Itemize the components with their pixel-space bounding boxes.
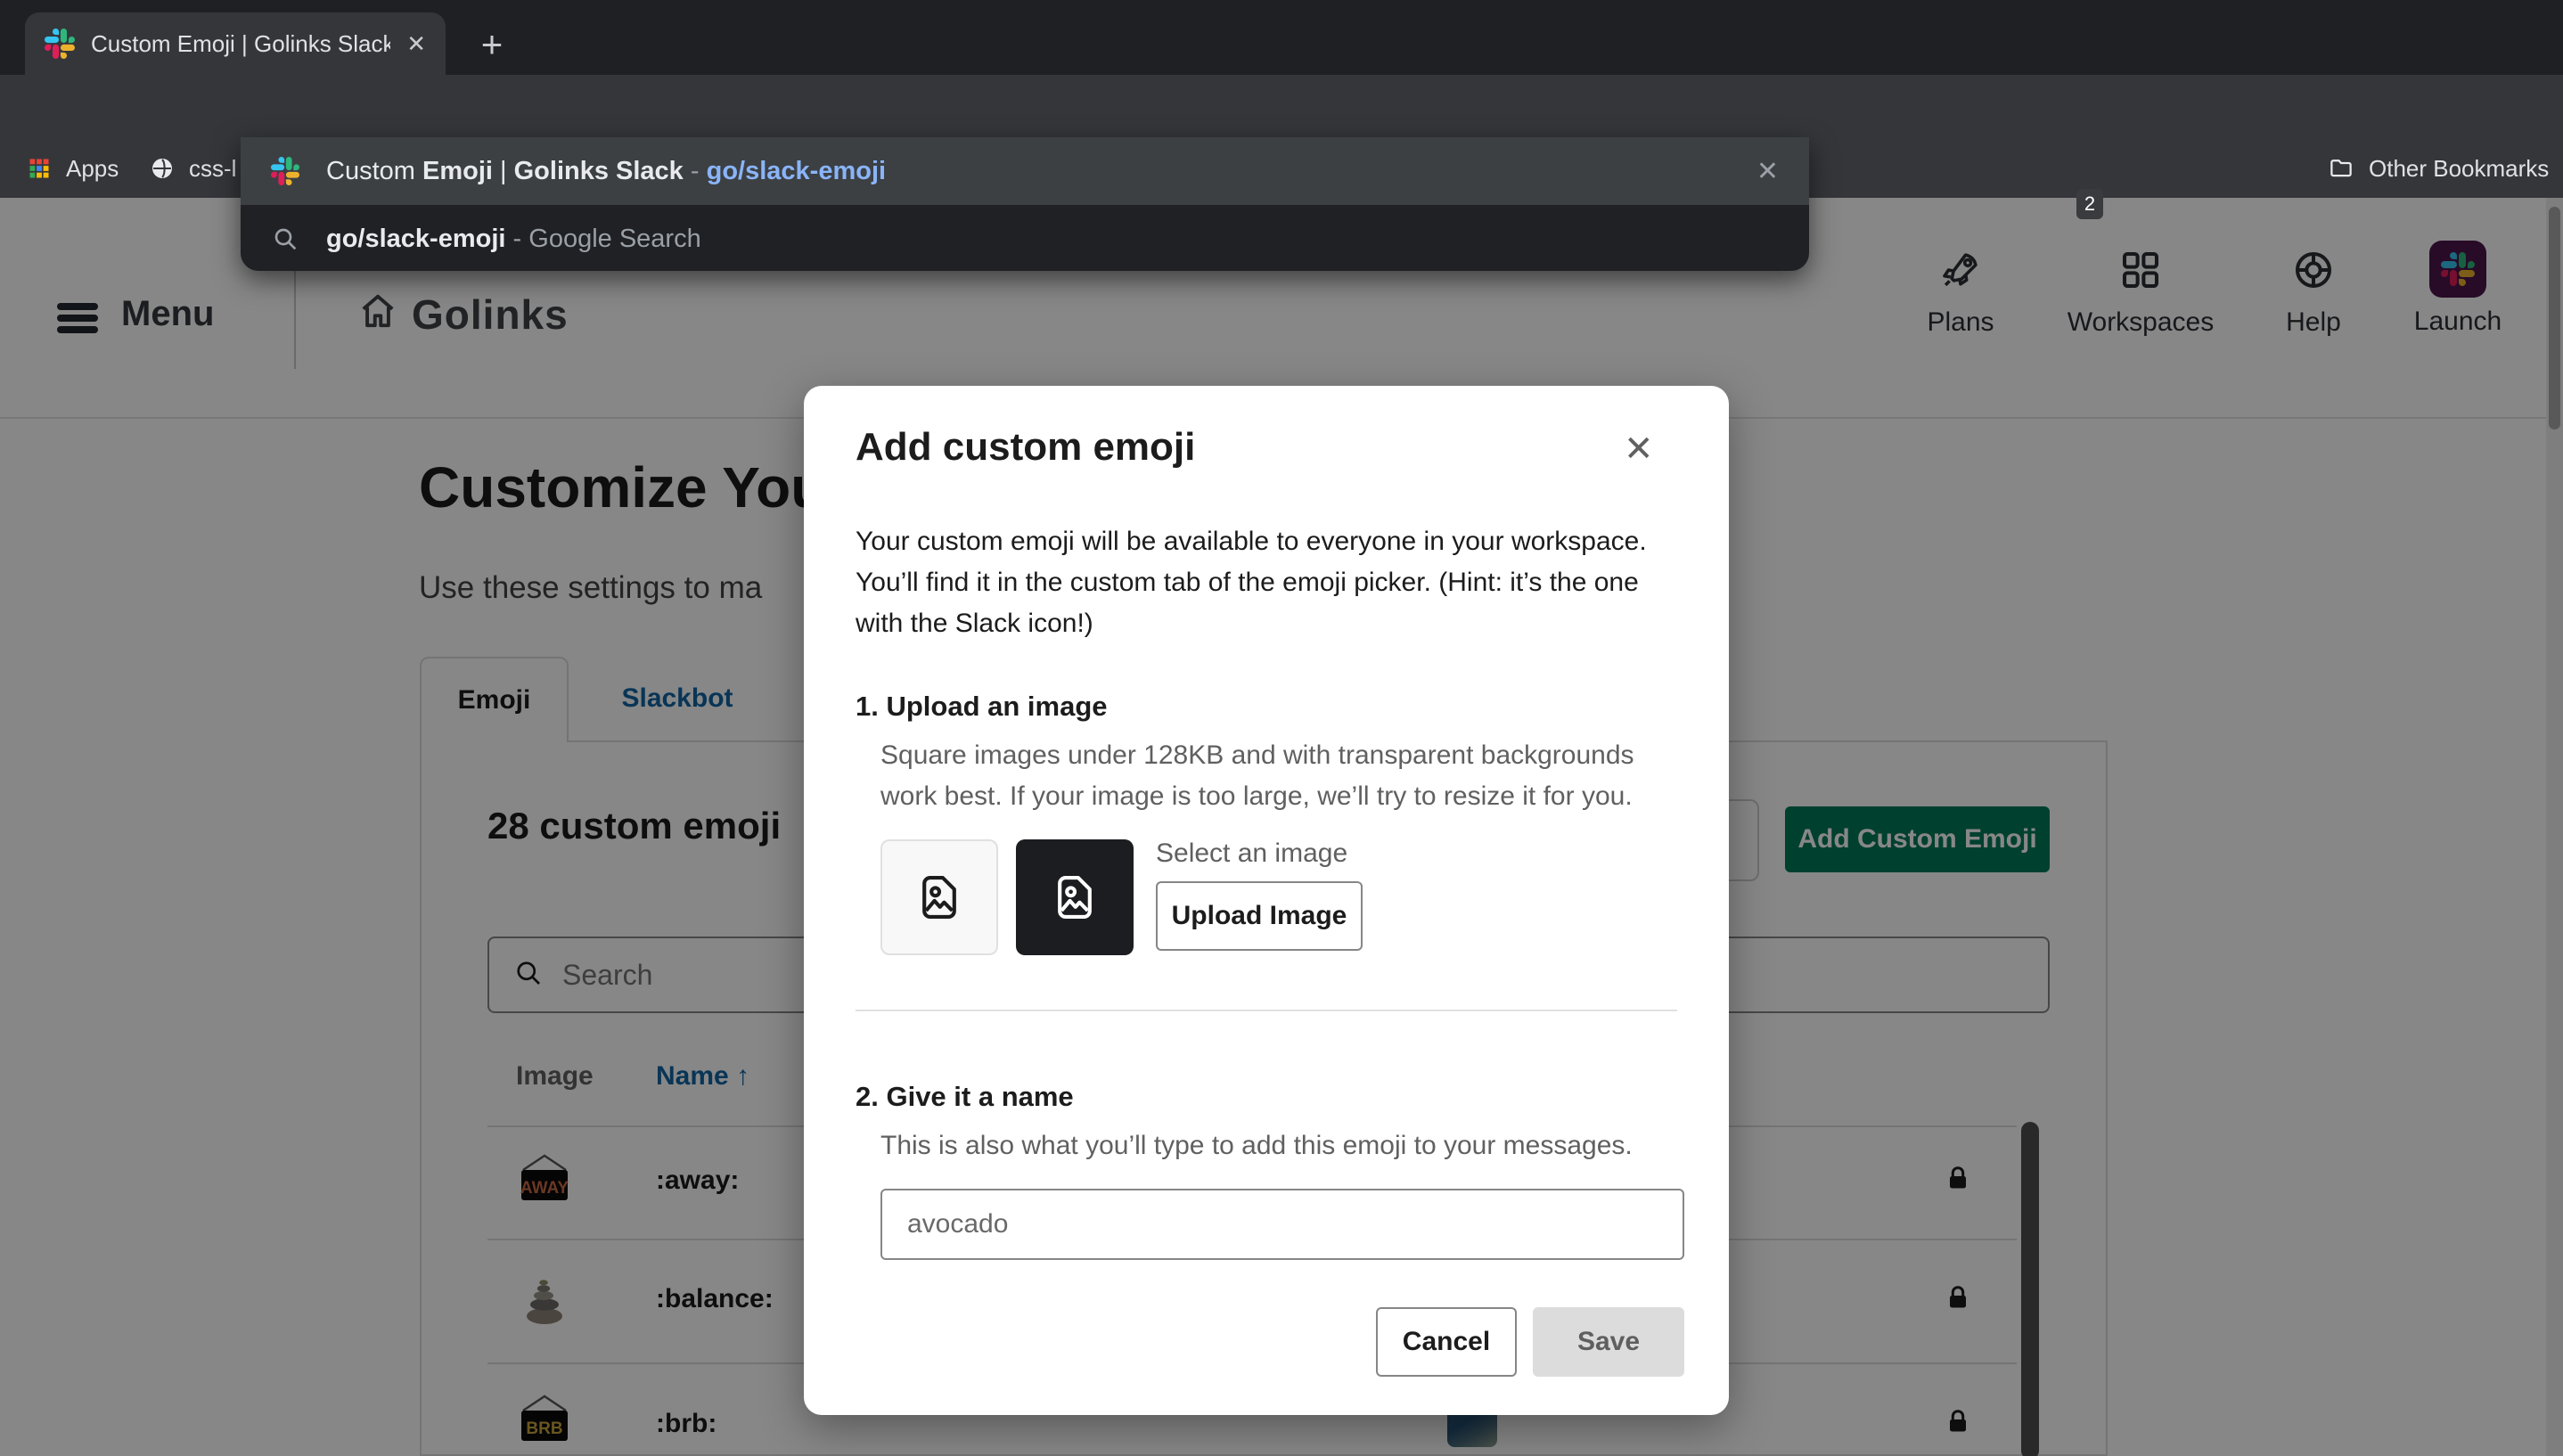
emoji-name-input[interactable] <box>880 1189 1684 1260</box>
suggestion-engine: Google Search <box>528 225 700 253</box>
upload-image-button[interactable]: Upload Image <box>1156 881 1363 951</box>
image-placeholder-icon <box>1047 870 1102 925</box>
lastpass-badge: 2 <box>2076 189 2103 219</box>
emoji-preview-light <box>880 839 998 955</box>
suggestion-separator: - <box>691 157 700 185</box>
close-icon[interactable]: ✕ <box>1624 429 1654 470</box>
suggestion-row-search[interactable]: go/slack-emoji - Google Search <box>241 205 1809 271</box>
tab-close-icon[interactable]: ✕ <box>406 30 426 58</box>
save-button[interactable]: Save <box>1533 1307 1684 1377</box>
omnibox-dropdown: Custom Emoji | Golinks Slack - go/slack-… <box>241 137 1809 271</box>
browser-toolbar: go/slack-emoji {…} SAML ••• ** 2 ⋮ <box>0 75 2563 139</box>
suggestion-part: Golinks Slack <box>514 157 684 185</box>
slack-favicon <box>271 157 299 185</box>
search-icon <box>271 225 299 253</box>
suggestion-part: Custom <box>326 157 422 185</box>
suggestion-text: go/slack-emoji - Google Search <box>326 225 701 254</box>
select-image-label: Select an image <box>1156 838 1347 869</box>
bookmark-label: Other Bookmarks <box>2369 155 2549 183</box>
suggestion-query: go/slack-emoji <box>326 225 505 253</box>
globe-icon <box>150 156 175 181</box>
step1-heading: 1. Upload an image <box>856 691 1108 723</box>
suggestion-text: Custom Emoji | Golinks Slack - go/slack-… <box>326 157 886 186</box>
screen: Menu Golinks Plans Workspaces <box>0 0 2563 1456</box>
modal-title: Add custom emoji <box>856 425 1195 470</box>
suggestion-remove-icon[interactable]: ✕ <box>1756 156 1779 187</box>
cancel-button[interactable]: Cancel <box>1376 1307 1517 1377</box>
emoji-preview-dark <box>1016 839 1134 955</box>
modal-divider <box>856 1010 1677 1011</box>
apps-grid-icon <box>27 156 52 181</box>
browser-tab-strip: Custom Emoji | Golinks Slack ✕ + <box>0 0 2563 75</box>
modal-intro: Your custom emoji will be available to e… <box>856 521 1684 644</box>
bookmark-label: Apps <box>66 155 119 183</box>
suggestion-separator: - <box>513 225 522 253</box>
tab-title: Custom Emoji | Golinks Slack <box>91 30 390 58</box>
slack-favicon <box>45 29 75 59</box>
upload-image-label: Upload Image <box>1172 901 1347 931</box>
save-label: Save <box>1577 1327 1640 1357</box>
cancel-label: Cancel <box>1403 1327 1490 1357</box>
add-custom-emoji-modal: Add custom emoji ✕ Your custom emoji wil… <box>804 386 1729 1415</box>
bookmark-label: css-l <box>189 155 236 183</box>
browser-tab[interactable]: Custom Emoji | Golinks Slack ✕ <box>25 12 446 75</box>
image-placeholder-icon <box>912 870 967 925</box>
suggestion-part: | <box>493 157 514 185</box>
suggestion-part: Emoji <box>422 157 493 185</box>
suggestion-url: go/slack-emoji <box>707 157 886 185</box>
other-bookmarks[interactable]: Other Bookmarks <box>2328 139 2549 198</box>
new-tab-button[interactable]: + <box>471 23 513 66</box>
step2-description: This is also what you’ll type to add thi… <box>880 1125 1691 1166</box>
step1-description: Square images under 128KB and with trans… <box>880 735 1691 817</box>
bookmark-apps[interactable]: Apps <box>27 139 119 198</box>
bookmark-css[interactable]: css-l <box>150 139 236 198</box>
step2-heading: 2. Give it a name <box>856 1081 1074 1113</box>
suggestion-row-slack[interactable]: Custom Emoji | Golinks Slack - go/slack-… <box>241 137 1809 205</box>
folder-icon <box>2328 155 2354 182</box>
